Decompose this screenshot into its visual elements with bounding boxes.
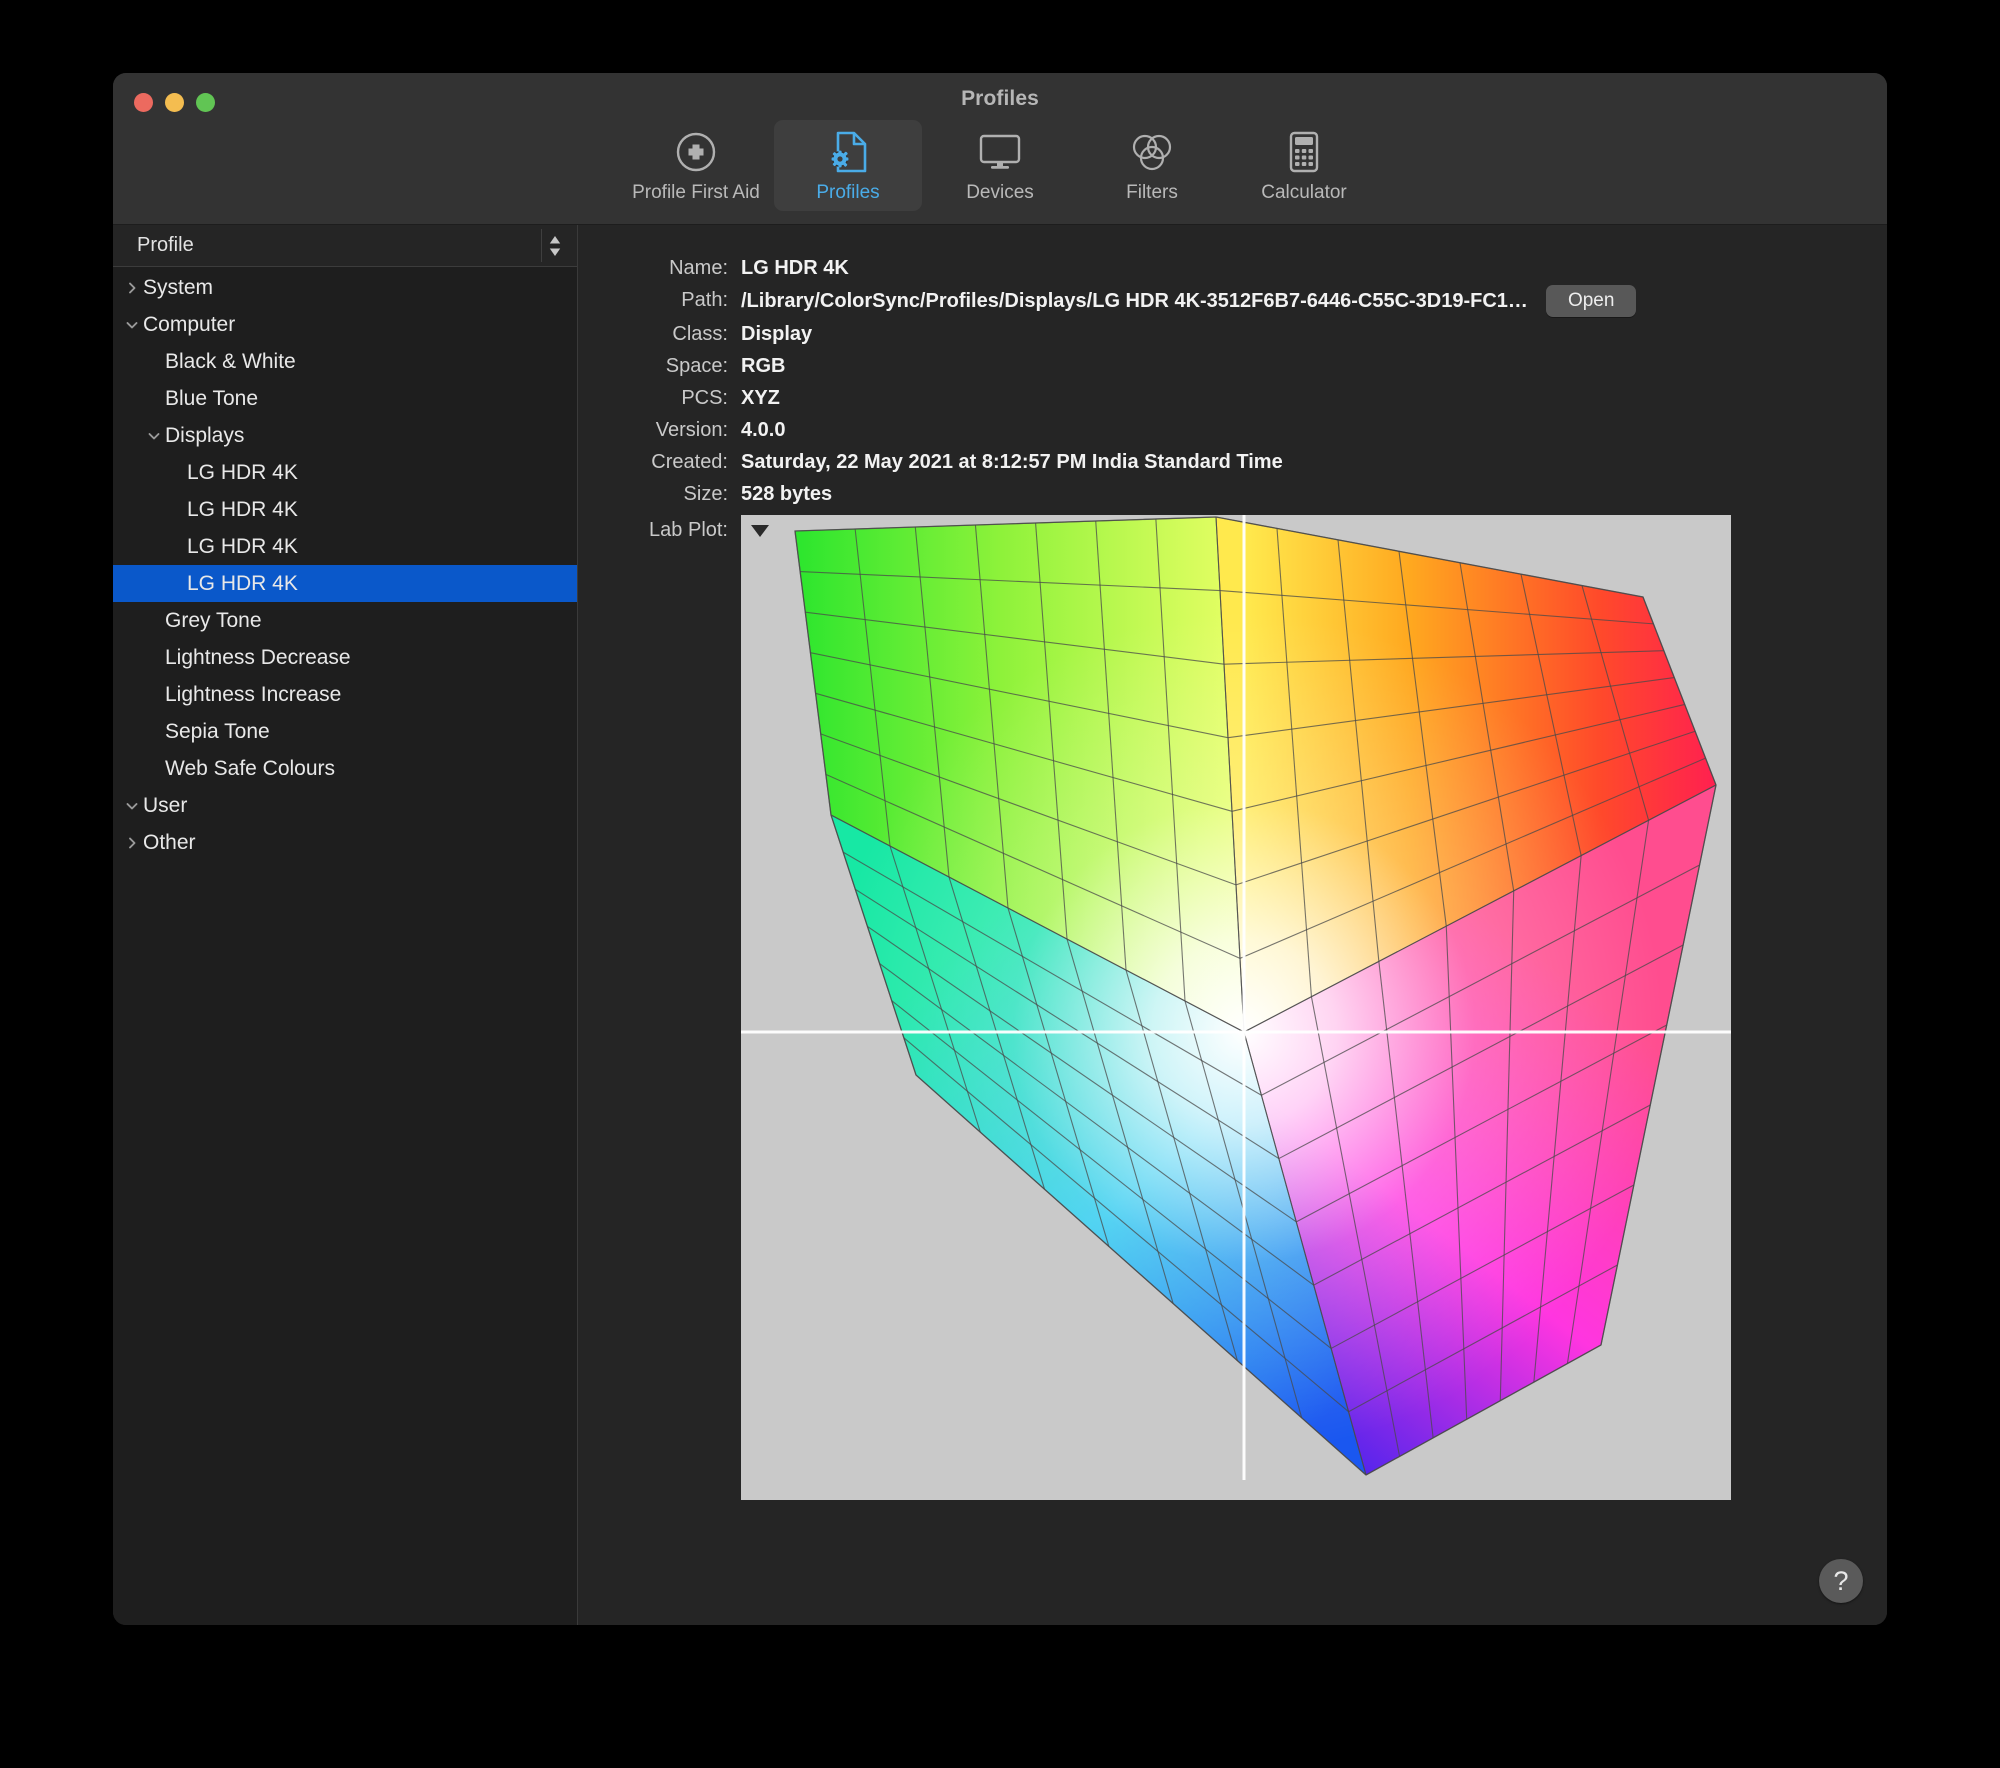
tree-item[interactable]: Web Safe Colours [113,750,577,787]
lab-plot-label: Lab Plot: [649,519,728,541]
tree-item-label: Blue Tone [165,386,259,410]
path-value: /Library/ColorSync/Profiles/Displays/LG … [741,289,1528,312]
toolbar-item-profiles[interactable]: Profiles [774,120,922,211]
tree-item-label: Lightness Decrease [165,645,351,669]
chevron-right-icon[interactable] [121,280,143,296]
display-monitor-icon [977,129,1023,175]
tree-item[interactable]: Grey Tone [113,602,577,639]
chevron-down-icon[interactable] [143,428,165,444]
window-title: Profiles [961,87,1039,110]
toolbar-label: Profiles [816,182,880,203]
tree-item-label: System [143,275,214,299]
toolbar-label: Filters [1126,182,1178,203]
sidebar-column-header[interactable]: Profile [113,225,577,267]
colorsync-utility-window: Profiles Profile First Aid Profiles Devi… [113,73,1887,1625]
tree-item-label: User [143,793,188,817]
open-button[interactable]: Open [1545,285,1637,317]
tree-item[interactable]: Displays [113,417,577,454]
tree-item[interactable]: Sepia Tone [113,713,577,750]
profiles-sidebar: Profile System Computer Black & White Blue … [113,225,578,1625]
tree-item-label: Lightness Increase [165,682,342,706]
version-label: Version: [655,419,728,441]
tree-item-label: LG HDR 4K [187,571,298,595]
tree-item-label: Web Safe Colours [165,756,336,780]
tree-item-label: Black & White [165,349,296,373]
tree-item[interactable]: LG HDR 4K [113,528,577,565]
tree-item[interactable]: Other [113,824,577,861]
tree-item[interactable]: System [113,269,577,306]
space-value: RGB [741,355,786,377]
lab-plot-row: Lab Plot: [596,515,1853,1500]
plus-circle-icon [675,129,717,175]
tree-item-label: LG HDR 4K [187,534,298,558]
tree-item[interactable]: LG HDR 4K [113,454,577,491]
main-toolbar: Profile First Aid Profiles Devices Filte… [113,120,1887,211]
space-label: Space: [665,355,728,377]
tree-item-label: Grey Tone [165,608,262,632]
profile-document-gear-icon [827,129,869,175]
lab-gamut-plot [741,515,1731,1480]
pcs-value: XYZ [741,387,780,409]
tree-item-label: LG HDR 4K [187,497,298,521]
profiles-tree: System Computer Black & White Blue Tone Disp… [113,267,577,1625]
window-titlebar: Profiles Profile First Aid Profiles Devi… [113,73,1887,225]
tree-item[interactable]: Lightness Decrease [113,639,577,676]
venn-circles-icon [1130,129,1174,175]
toolbar-label: Profile First Aid [632,182,760,203]
chevron-down-icon[interactable] [121,798,143,814]
chevron-right-icon[interactable] [121,835,143,851]
pcs-label: PCS: [681,387,728,409]
help-button[interactable]: ? [1819,1559,1863,1603]
version-value: 4.0.0 [741,419,786,441]
profile-detail-pane: Name: LG HDR 4K Path: /Library/ColorSync… [578,225,1887,1625]
tree-item[interactable]: Blue Tone [113,380,577,417]
tree-item[interactable]: Lightness Increase [113,676,577,713]
profile-info-grid: Name: LG HDR 4K Path: /Library/ColorSync… [596,253,1853,509]
tree-item[interactable]: LG HDR 4K [113,565,577,602]
tree-item-label: Displays [165,423,245,447]
window-body: Profile System Computer Black & White Blue … [113,225,1887,1625]
created-value: Saturday, 22 May 2021 at 8:12:57 PM Indi… [741,451,1283,473]
name-value: LG HDR 4K [741,257,849,279]
class-value: Display [741,323,813,345]
tree-item[interactable]: Computer [113,306,577,343]
tree-item[interactable]: Black & White [113,343,577,380]
disclosure-triangle-down-icon[interactable] [749,522,771,545]
size-label: Size: [683,483,728,505]
toolbar-item-profile-first-aid[interactable]: Profile First Aid [622,120,770,211]
sort-chevrons-icon[interactable] [541,229,567,262]
tree-item-label: Other [143,830,196,854]
tree-item-label: LG HDR 4K [187,460,298,484]
tree-item[interactable]: LG HDR 4K [113,491,577,528]
lab-plot-canvas[interactable] [741,515,1731,1500]
tree-item[interactable]: User [113,787,577,824]
toolbar-label: Devices [966,182,1034,203]
tree-item-label: Computer [143,312,236,336]
class-label: Class: [672,323,728,345]
chevron-down-icon[interactable] [121,317,143,333]
toolbar-label: Calculator [1261,182,1347,203]
name-label: Name: [669,257,728,279]
sidebar-column-title: Profile [137,234,194,256]
toolbar-item-devices[interactable]: Devices [926,120,1074,211]
toolbar-item-calculator[interactable]: Calculator [1230,120,1378,211]
created-label: Created: [651,451,728,473]
calculator-icon [1285,129,1323,175]
path-label: Path: [681,289,728,311]
toolbar-item-filters[interactable]: Filters [1078,120,1226,211]
size-value: 528 bytes [741,483,833,505]
path-row: /Library/ColorSync/Profiles/Displays/LG … [741,285,1853,317]
tree-item-label: Sepia Tone [165,719,270,743]
